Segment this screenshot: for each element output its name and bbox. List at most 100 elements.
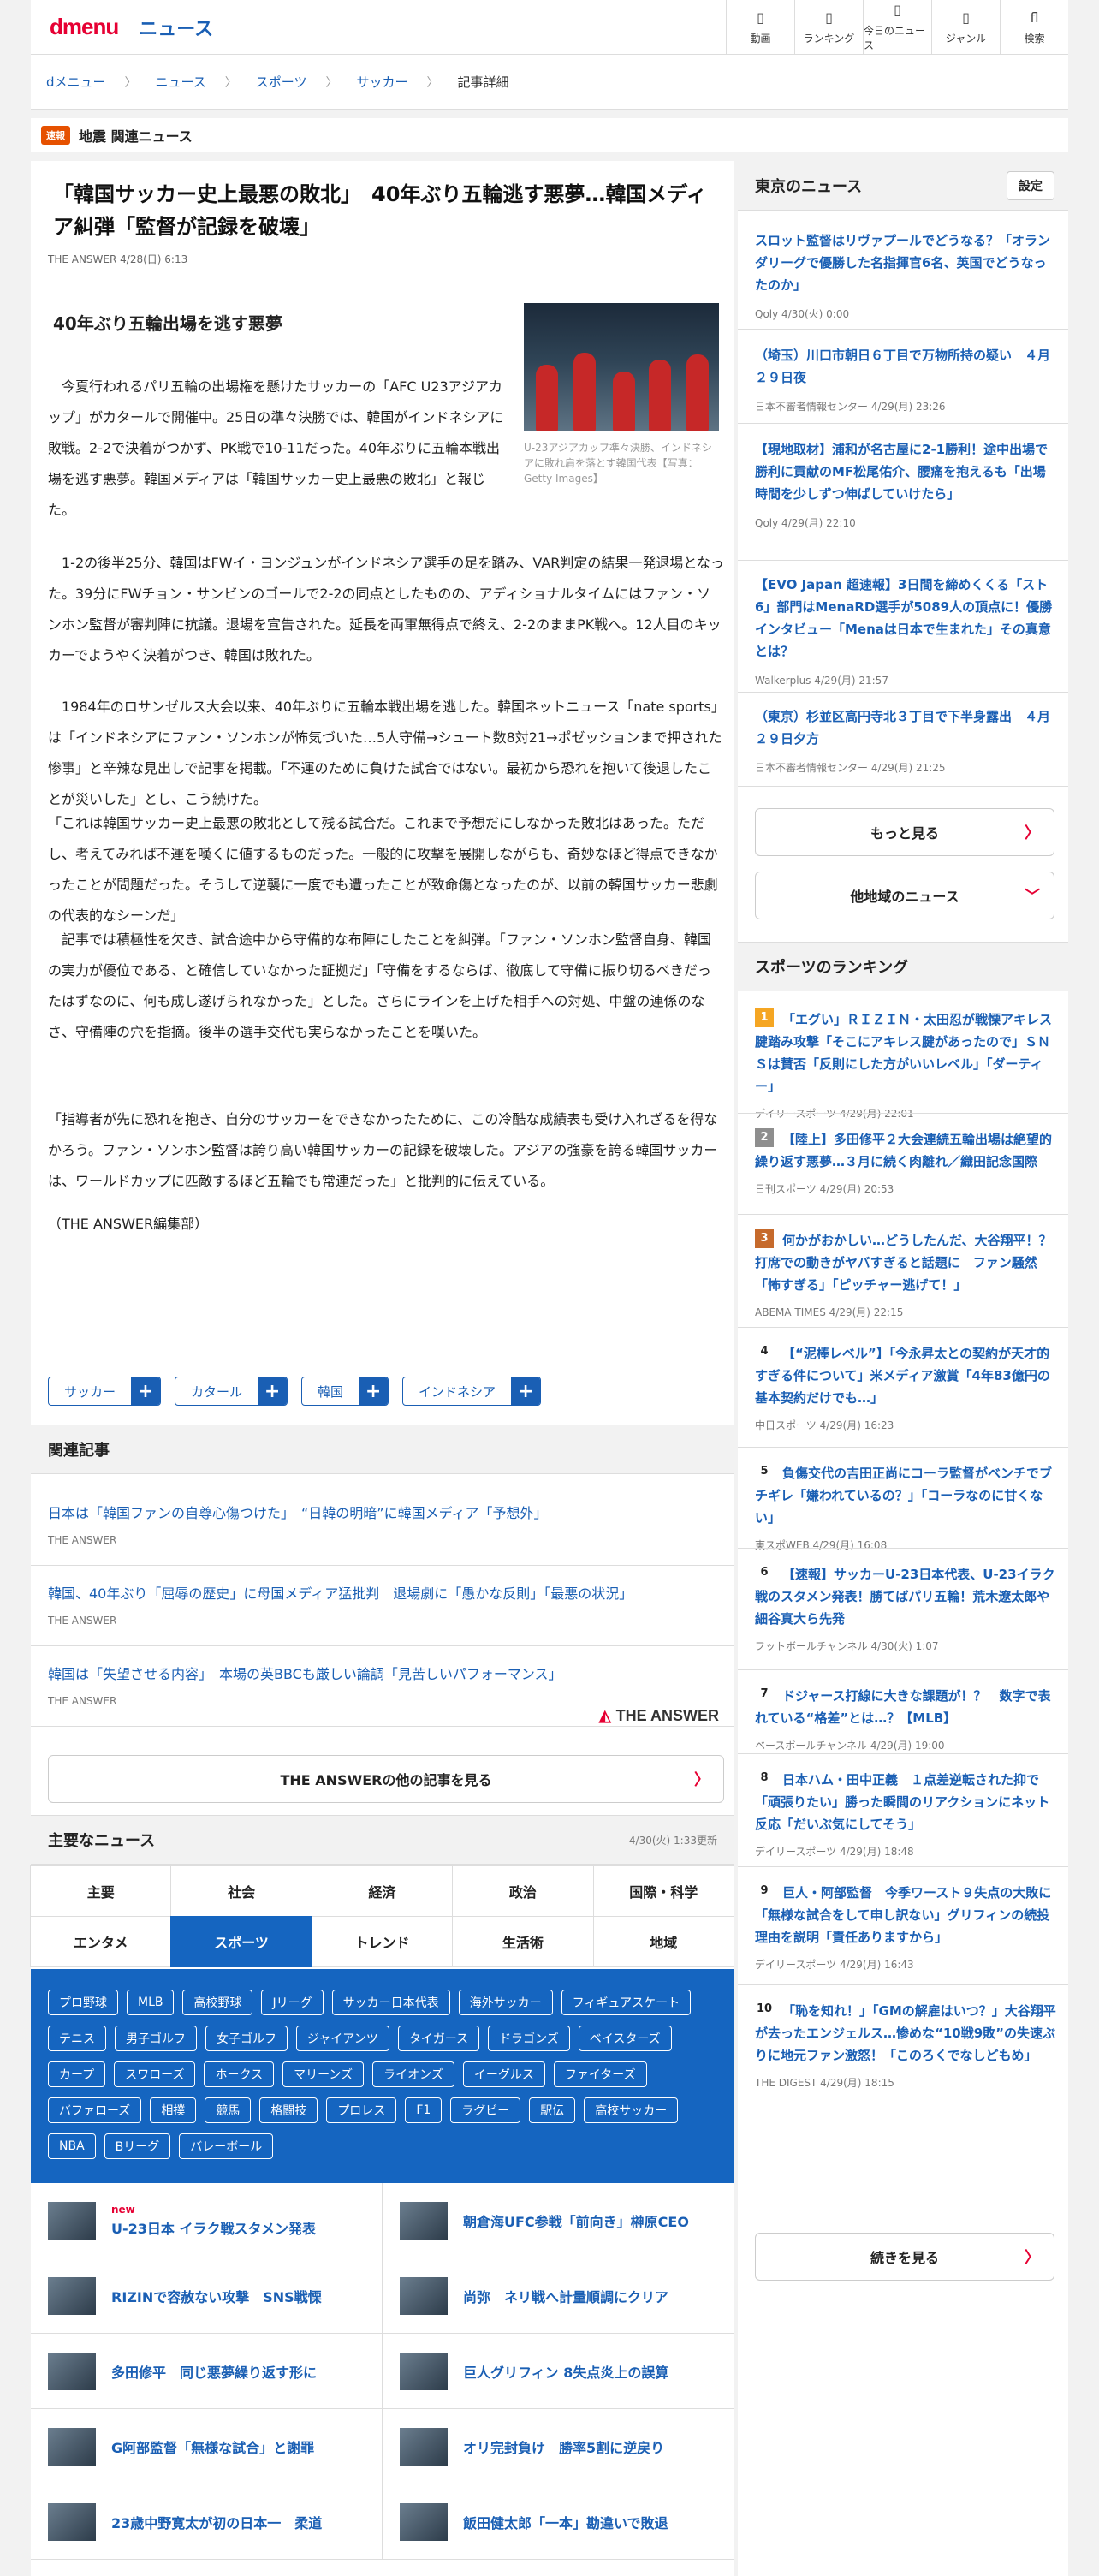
genre-chip[interactable]: 高校サッカー bbox=[584, 2097, 679, 2123]
genre-chip[interactable]: マリーンズ bbox=[282, 2061, 365, 2087]
ranking-title[interactable]: 4 【“泥棒レベル”】「今永昇太との契約が天才的すぎる件について」米メディア激賞「… bbox=[755, 1342, 1056, 1409]
ranking-title[interactable]: 3 何かがおかしい…どうしたんだ、大谷翔平！？ 打席での動きがヤバすぎると話題に … bbox=[755, 1229, 1056, 1296]
genre-chip[interactable]: タイガース bbox=[397, 2026, 480, 2051]
tab-international[interactable]: 国際・科学 bbox=[592, 1865, 734, 1917]
tokyo-news-item[interactable]: （埼玉）川口市朝日６丁目で万物所持の疑い ４月２９日夜 日本不審者情報センター 4… bbox=[755, 344, 1054, 413]
genre-chip[interactable]: F1 bbox=[405, 2097, 443, 2123]
ranking-title[interactable]: 7 ドジャース打線に大きな課題が！？ 数字で表れている“格差”とは…？【MLB】 bbox=[755, 1685, 1056, 1729]
genre-chip[interactable]: バファローズ bbox=[48, 2097, 142, 2123]
genre-chip[interactable]: 高校野球 bbox=[182, 1990, 253, 2015]
news-headline[interactable]: 巨人グリフィン 8失点炎上の誤算 bbox=[463, 2361, 668, 2382]
nav-search[interactable]: fl 検索 bbox=[1000, 0, 1068, 55]
genre-chip[interactable]: MLB bbox=[127, 1990, 175, 2015]
genre-chip[interactable]: ジャイアンツ bbox=[296, 2026, 389, 2051]
genre-chip[interactable]: Bリーグ bbox=[104, 2133, 171, 2159]
ranking-title[interactable]: 5 負傷交代の吉田正尚にコーラ監督がベンチでブチギレ「嫌われているの？」「コーラな… bbox=[755, 1462, 1056, 1529]
genre-chip[interactable]: NBA bbox=[48, 2133, 96, 2159]
nav-ranking[interactable]: ▯ ランキング bbox=[794, 0, 863, 55]
tab-economy[interactable]: 経済 bbox=[311, 1865, 454, 1917]
ranking-title[interactable]: 8 日本ハム・田中正義 １点差逆転された抑で「頑張りたい」勝った瞬間のリアクション… bbox=[755, 1769, 1056, 1835]
news-thumbnail[interactable] bbox=[48, 2201, 96, 2240]
breaking-news-bar[interactable]: 速報 地震 関連ニュース bbox=[31, 118, 1068, 152]
ranking-more-button[interactable]: 続きを見る 〉 bbox=[755, 2233, 1054, 2281]
ranking-item[interactable]: 6 【速報】サッカーU-23日本代表、U-23イラク戦のスタメン発表！勝てばパリ五… bbox=[755, 1563, 1056, 1653]
breadcrumb-soccer[interactable]: サッカー bbox=[357, 73, 408, 91]
genre-chip[interactable]: 海外サッカー bbox=[458, 1990, 553, 2015]
related-item[interactable]: 韓国、40年ぶり「屈辱の歴史」に母国メディア猛批判 退場劇に「愚かな反則」「最悪… bbox=[48, 1582, 724, 1627]
tab-society[interactable]: 社会 bbox=[170, 1865, 312, 1917]
news-thumbnail[interactable] bbox=[400, 2276, 448, 2315]
genre-chip[interactable]: フィギュアスケート bbox=[561, 1990, 692, 2015]
news-headline[interactable]: 23歳中野寛太が初の日本一 柔道 bbox=[111, 2512, 322, 2532]
genre-chip[interactable]: 男子ゴルフ bbox=[115, 2026, 197, 2051]
tokyo-news-item[interactable]: スロット監督はリヴァプールでどうなる？「オランダリーグで優勝した名指揮官6名、英… bbox=[755, 229, 1054, 321]
news-headline[interactable]: G阿部監督「無様な試合」と謝罪 bbox=[111, 2436, 314, 2457]
ranking-title[interactable]: 2 【陸上】多田修平２大会連続五輪出場は絶望的 繰り返す悪夢…３月に続く肉離れ／織… bbox=[755, 1128, 1065, 1173]
news-thumbnail[interactable] bbox=[48, 2352, 96, 2390]
ranking-item[interactable]: 9 巨人・阿部監督 今季ワースト９失点の大敗に「無様な試合をして申し訳ない」グリフ… bbox=[755, 1882, 1056, 1972]
tokyo-more-button[interactable]: もっと見る 〉 bbox=[755, 808, 1054, 856]
genre-chip[interactable]: プロレス bbox=[326, 2097, 397, 2123]
news-thumbnail[interactable] bbox=[48, 2276, 96, 2315]
major-news-item[interactable]: 飯田健太郎「一本」勘違いで敗退 bbox=[383, 2484, 734, 2560]
genre-chip[interactable]: ラグビー bbox=[450, 2097, 521, 2123]
more-the-answer-button[interactable]: THE ANSWERの他の記事を見る 〉 bbox=[48, 1755, 724, 1803]
news-section-title[interactable]: ニュース bbox=[139, 14, 213, 41]
news-thumbnail[interactable] bbox=[48, 2502, 96, 2541]
news-headline[interactable]: 多田修平 同じ悪夢繰り返す形に bbox=[111, 2361, 317, 2382]
settings-button[interactable]: 設定 bbox=[1007, 171, 1054, 200]
tab-sports[interactable]: スポーツ bbox=[170, 1916, 312, 1967]
tokyo-news-item[interactable]: 【現地取材】浦和が名古屋に2-1勝利！途中出場で勝利に貢献のMF松尾佑介、腰痛を… bbox=[755, 438, 1054, 530]
news-headline[interactable]: オリ完封負け 勝率5割に逆戻り bbox=[463, 2436, 664, 2457]
genre-chip[interactable]: サッカー日本代表 bbox=[331, 1990, 450, 2015]
major-news-item[interactable]: 巨人グリフィン 8失点炎上の誤算 bbox=[383, 2334, 734, 2409]
genre-chip[interactable]: カープ bbox=[48, 2061, 106, 2087]
news-thumbnail[interactable] bbox=[400, 2502, 448, 2541]
dmenu-logo[interactable]: dmenu bbox=[50, 14, 119, 40]
major-news-item[interactable]: 多田修平 同じ悪夢繰り返す形に bbox=[31, 2334, 383, 2409]
news-thumbnail[interactable] bbox=[400, 2352, 448, 2390]
tokyo-news-item[interactable]: 【EVO Japan 超速報】3日間を締めくくる「スト6」部門はMenaRD選手… bbox=[755, 574, 1054, 687]
breadcrumb-dmenu[interactable]: dメニュー bbox=[46, 73, 106, 91]
tab-trend[interactable]: トレンド bbox=[311, 1916, 454, 1967]
tokyo-news-item[interactable]: （東京）杉並区高円寺北３丁目で下半身露出 ４月２９日夕方 日本不審者情報センター … bbox=[755, 705, 1054, 775]
tag-indonesia[interactable]: インドネシア + bbox=[402, 1377, 542, 1406]
news-thumbnail[interactable] bbox=[48, 2427, 96, 2466]
ranking-item[interactable]: 1 「エグい」ＲＩＺＩＮ・太田忍が戦慄アキレス腱踏み攻撃「そこにアキレス腱があった… bbox=[755, 1008, 1056, 1121]
ranking-item[interactable]: 10 「恥を知れ！」「GMの解雇はいつ？」大谷翔平が去ったエンジェルス…惨めな“1… bbox=[755, 2000, 1056, 2090]
breadcrumb-sports[interactable]: スポーツ bbox=[256, 73, 307, 91]
genre-chip[interactable]: 相撲 bbox=[150, 2097, 197, 2123]
tab-lifestyle[interactable]: 生活術 bbox=[452, 1916, 594, 1967]
genre-chip[interactable]: Jリーグ bbox=[261, 1990, 324, 2015]
ranking-item[interactable]: 8 日本ハム・田中正義 １点差逆転された抑で「頑張りたい」勝った瞬間のリアクション… bbox=[755, 1769, 1056, 1859]
news-title[interactable]: スロット監督はリヴァプールでどうなる？「オランダリーグで優勝した名指揮官6名、英… bbox=[755, 229, 1054, 296]
major-news-item[interactable]: G阿部監督「無様な試合」と謝罪 bbox=[31, 2409, 383, 2484]
genre-chip[interactable]: プロ野球 bbox=[48, 1990, 118, 2015]
major-news-item[interactable]: 23歳中野寛太が初の日本一 柔道 bbox=[31, 2484, 383, 2560]
genre-chip[interactable]: イーグルス bbox=[462, 2061, 545, 2087]
ranking-item[interactable]: 7 ドジャース打線に大きな課題が！？ 数字で表れている“格差”とは…？【MLB】ベ… bbox=[755, 1685, 1056, 1752]
genre-chip[interactable]: ファイターズ bbox=[553, 2061, 647, 2087]
major-news-item[interactable]: 朝倉海UFC参戦「前向き」榊原CEO bbox=[383, 2183, 734, 2258]
ranking-item[interactable]: 5 負傷交代の吉田正尚にコーラ監督がベンチでブチギレ「嫌われているの？」「コーラな… bbox=[755, 1462, 1056, 1552]
major-news-item[interactable]: オリ完封負け 勝率5割に逆戻り bbox=[383, 2409, 734, 2484]
nav-genre[interactable]: ▯ ジャンル bbox=[931, 0, 1000, 55]
news-title[interactable]: （東京）杉並区高円寺北３丁目で下半身露出 ４月２９日夕方 bbox=[755, 705, 1054, 750]
news-headline[interactable]: new U-23日本 イラク戦スタメン発表 bbox=[111, 2204, 316, 2238]
related-title[interactable]: 韓国は「失望させる内容」 本場の英BBCも厳しい論調「見苦しいパフォーマンス」 bbox=[48, 1663, 724, 1683]
tab-region[interactable]: 地域 bbox=[592, 1916, 734, 1967]
ranking-title[interactable]: 6 【速報】サッカーU-23日本代表、U-23イラク戦のスタメン発表！勝てばパリ五… bbox=[755, 1563, 1056, 1630]
tab-entertainment[interactable]: エンタメ bbox=[30, 1916, 172, 1967]
related-title[interactable]: 韓国、40年ぶり「屈辱の歴史」に母国メディア猛批判 退場劇に「愚かな反則」「最悪… bbox=[48, 1582, 724, 1603]
tag-qatar[interactable]: カタール + bbox=[175, 1377, 288, 1406]
genre-chip[interactable]: ホークス bbox=[204, 2061, 275, 2087]
nav-today-news[interactable]: ▯ 今日のニュース bbox=[863, 0, 931, 55]
news-headline[interactable]: 朝倉海UFC参戦「前向き」榊原CEO bbox=[463, 2210, 689, 2231]
genre-chip[interactable]: バレーボール bbox=[179, 2133, 274, 2159]
genre-chip[interactable]: テニス bbox=[48, 2026, 106, 2051]
ranking-title[interactable]: 10 「恥を知れ！」「GMの解雇はいつ？」大谷翔平が去ったエンジェルス…惨めな“1… bbox=[755, 2000, 1056, 2067]
major-news-item[interactable]: new U-23日本 イラク戦スタメン発表 bbox=[31, 2183, 383, 2258]
genre-chip[interactable]: ドラゴンズ bbox=[488, 2026, 570, 2051]
genre-chip[interactable]: ライオンズ bbox=[372, 2061, 454, 2087]
other-region-button[interactable]: 他地域のニュース ﹀ bbox=[755, 872, 1054, 919]
